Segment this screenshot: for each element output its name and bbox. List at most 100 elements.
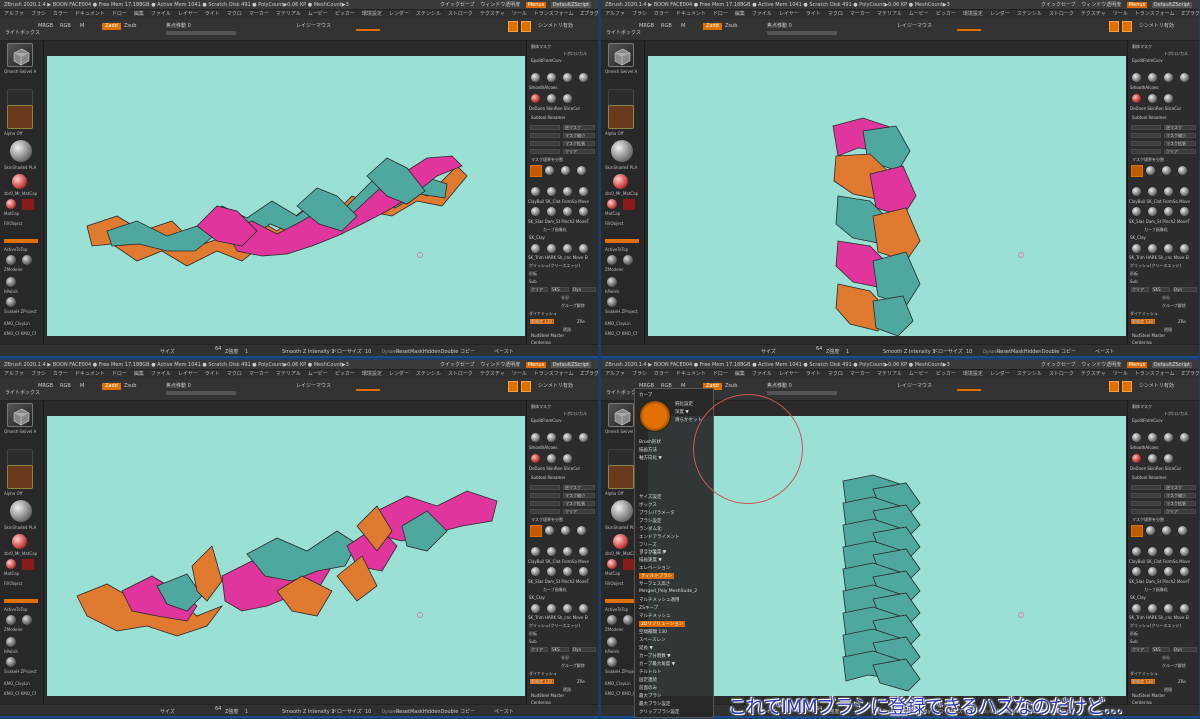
brush-clay-icon[interactable] [22,255,32,265]
dedue-ball-icon[interactable] [1132,454,1141,463]
menu-item[interactable]: アルファ [605,11,625,17]
menu-item[interactable]: 編集 [735,371,745,377]
dedue-ball-icon[interactable] [531,94,540,103]
focal-shift-track[interactable] [767,31,837,35]
menu-item[interactable]: ドキュメント [676,11,706,17]
popup-list-item[interactable]: フリーズ [639,542,657,548]
alpha-thumbnail[interactable] [7,465,33,489]
popup-top-item[interactable]: 深度 ▼ [675,409,689,415]
popup-lower-item[interactable]: 固定連続 [639,677,657,683]
lightbox-button[interactable]: ライトボックス [5,30,40,37]
zsub-button[interactable]: Zsub [725,23,737,30]
skslas-icon[interactable] [1132,567,1141,576]
brush-ball-2-icon[interactable] [545,526,554,535]
lasso-ball-icon[interactable] [563,73,572,82]
lazy-mouse-button[interactable]: レイジーマウス [897,23,932,30]
brush-snake-icon[interactable] [607,297,617,307]
zsub-button[interactable]: Zsub [725,383,737,390]
menu-item[interactable]: 編集 [134,11,144,17]
brush-ball-3-icon[interactable] [1162,526,1171,535]
menu-item[interactable]: マーカー [850,11,870,17]
slice-ball-icon[interactable] [563,94,572,103]
menu-item[interactable]: ファイル [151,371,171,377]
matcap-small-icon[interactable] [6,199,16,209]
menu-item[interactable]: ドキュメント [75,371,105,377]
menu-item[interactable]: マーカー [850,371,870,377]
script-button[interactable]: DefaultZScript [1151,362,1192,368]
zadd-button[interactable]: Zadd [102,383,121,390]
menu-item[interactable]: マーカー [249,371,269,377]
menu-item[interactable]: ピッカー [335,11,355,17]
select-ball-icon[interactable] [547,433,556,442]
skin-ball-icon[interactable] [547,454,556,463]
popup-lower-item[interactable]: マルチメッシュ適用 [639,597,680,603]
menu-item[interactable]: ステンシル [1017,11,1042,17]
focal-shift-track[interactable] [166,31,236,35]
brush-zmodeler-icon[interactable] [6,255,16,265]
mask-btn-3[interactable] [530,493,560,498]
brush-ball-3-icon[interactable] [561,526,570,535]
menu-item[interactable]: ライト [205,371,220,377]
menu-item[interactable]: ドロー [713,371,728,377]
brush-ball-3-icon[interactable] [561,166,570,175]
menu-item[interactable]: ブラシ [632,11,647,17]
brush-zmodeler-icon[interactable] [607,615,617,625]
menu-item[interactable]: ドロー [112,371,127,377]
menu-item[interactable]: Zプラグイン [580,11,598,17]
rgb-button[interactable]: RGB [60,23,71,30]
menu-item[interactable]: レンダー [389,11,409,17]
menu-item[interactable]: 環境設定 [963,371,983,377]
move-icon[interactable] [579,547,588,556]
material-sphere-icon[interactable] [10,140,32,162]
mrgb-button[interactable]: MRGB [38,383,53,390]
pinch-icon[interactable] [563,567,572,576]
popup-lower-item[interactable]: エレベーション [639,565,670,571]
brush-zmodeler-icon[interactable] [607,255,617,265]
brush-snake-icon[interactable] [6,657,16,667]
menu-item[interactable]: ライト [806,371,821,377]
mask-btn-7[interactable] [1131,149,1161,154]
tool-thumbnail[interactable] [608,403,634,427]
lazy-mouse-button[interactable]: レイジーマウス [296,383,331,390]
move-icon[interactable] [1180,547,1189,556]
move-icon[interactable] [579,187,588,196]
popup-lower-item[interactable]: クリップブラシ設定 [639,709,679,715]
menu-item[interactable]: ブラシ [632,371,647,377]
skclot-icon[interactable] [547,547,556,556]
menu-item[interactable]: トランスフォーム [1135,371,1175,377]
local-sym-icon[interactable] [521,381,531,392]
brush-ball-2-icon[interactable] [545,166,554,175]
mask-btn-5[interactable] [530,501,560,506]
active-bar[interactable] [4,239,38,243]
menu-item[interactable]: マーカー [249,11,269,17]
menus-toggle[interactable]: Menus [1126,2,1148,8]
smooth-ball-icon[interactable] [1132,433,1141,442]
menu-item[interactable]: ピッカー [936,371,956,377]
popup-lower-item[interactable]: チルトルト [639,669,662,675]
alpha-thumbnail[interactable] [7,105,33,129]
menu-item[interactable]: マクロ [828,371,843,377]
mask-btn-7[interactable] [530,149,560,154]
damst-icon[interactable] [1148,207,1157,216]
menu-item[interactable]: ストローク [448,11,473,17]
popup-list-item[interactable]: ボックス [639,502,657,508]
popup-top-item[interactable]: 滑らかセット [675,417,702,423]
symmetry-button[interactable]: シンメトリ有効 [1139,23,1174,30]
m-button[interactable]: M [80,383,84,390]
move-el-icon[interactable] [1180,604,1189,613]
menu-item[interactable]: ドロー [112,11,127,17]
popup-list-item[interactable]: ランダム化 [639,526,662,532]
smooth-ball-icon[interactable] [1132,73,1141,82]
material-sphere-icon[interactable] [611,500,633,522]
menu-item[interactable]: カラー [654,11,669,17]
menu-item[interactable]: ツール [1113,11,1128,17]
script-button[interactable]: DefaultZScript [1151,2,1192,8]
m-button[interactable]: M [80,23,84,30]
geom-label[interactable]: EpolitFromCurv [1132,58,1163,63]
menu-item[interactable]: カラー [53,11,68,17]
menu-item[interactable]: ファイル [151,11,171,17]
popup-lower-item[interactable]: 前面のみ [639,685,657,691]
matcap-small-icon[interactable] [607,559,617,569]
menu-item[interactable]: ストローク [448,371,473,377]
symmetry-button[interactable]: シンメトリ有効 [1139,383,1174,390]
